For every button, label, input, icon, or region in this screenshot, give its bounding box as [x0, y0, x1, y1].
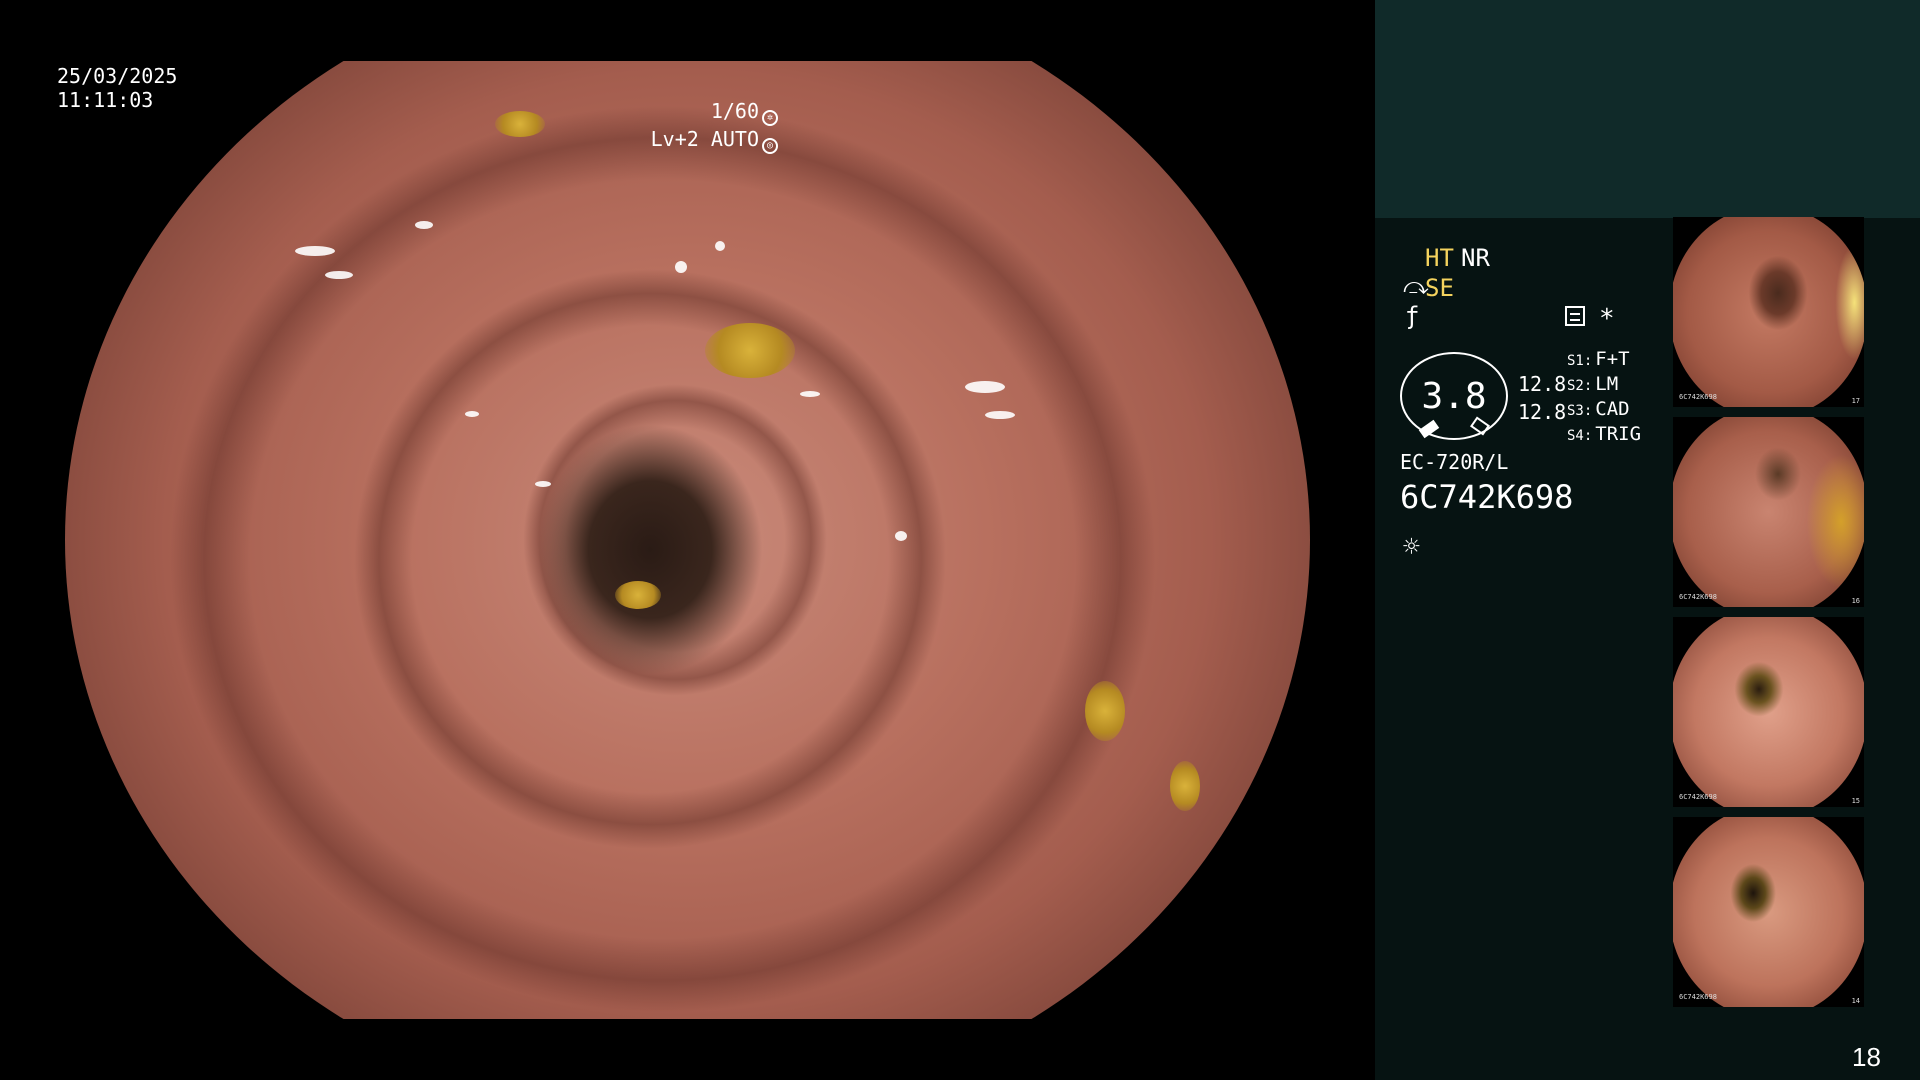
shutter-icon: ✲	[762, 110, 778, 126]
thumbnail-number: 17	[1851, 397, 1860, 405]
mode-se: SE	[1425, 274, 1454, 302]
thumbnail-serial: 6C742K698	[1679, 393, 1717, 401]
thumbnail-image	[1673, 217, 1864, 407]
level-value: Lv+2 AUTO	[650, 127, 759, 151]
thumbnail-number: 15	[1851, 797, 1860, 805]
thumbnail-serial: 6C742K698	[1679, 593, 1717, 601]
thumbnail-image	[1673, 417, 1864, 607]
thumbnail-number: 16	[1851, 597, 1860, 605]
mode-ht: HT	[1425, 244, 1454, 272]
mode-nr: NR	[1461, 244, 1490, 272]
shutter-readout: 1/60 ✲	[711, 99, 778, 126]
thumbnail-image	[1673, 617, 1864, 807]
thumbnail-number: 14	[1851, 997, 1860, 1005]
auto-iris-icon: ◎	[762, 138, 778, 154]
value-readout-1: 12.8	[1518, 372, 1567, 396]
thumbnail-serial: 6C742K698	[1679, 793, 1717, 801]
panel-header-area	[1375, 0, 1920, 218]
level-readout: Lv+2 AUTO ◎	[651, 127, 778, 154]
thumbnail[interactable]: 6C742K698 14	[1673, 817, 1864, 1007]
gauge-value: 3.8	[1421, 376, 1487, 417]
scope-model: EC-720R/L	[1400, 450, 1509, 474]
memo-icon	[1565, 306, 1585, 326]
endoscope-viewport: 25/03/2025 11:11:03 1/60 ✲ Lv+2 AUTO ◎	[0, 0, 1375, 1080]
thumbnail-image	[1673, 817, 1864, 1007]
switch-3: S3: CAD	[1567, 398, 1630, 420]
thumbnail[interactable]: 6C742K698 16	[1673, 417, 1864, 607]
date-readout: 25/03/2025	[57, 64, 178, 88]
thumbnail-serial: 6C742K698	[1679, 993, 1717, 1001]
gauge: 3.8	[1400, 352, 1508, 440]
gauge-marker-left	[1418, 419, 1440, 439]
light-icon: ☼	[1403, 530, 1420, 563]
thumbnail[interactable]: 6C742K698 15	[1673, 617, 1864, 807]
time-readout: 11:11:03	[57, 88, 154, 112]
f-icon: ƒ	[1405, 302, 1420, 330]
endoscopic-image	[65, 61, 1310, 1019]
value-readout-2: 12.8	[1518, 400, 1567, 424]
shutter-value: 1/60	[710, 99, 759, 123]
switch-2: S2: LM	[1567, 373, 1619, 395]
gauge-marker-right	[1470, 416, 1490, 436]
page-number: 18	[1852, 1042, 1881, 1072]
scope-serial: 6C742K698	[1400, 478, 1574, 516]
thumbnail[interactable]: 6C742K698 17	[1673, 217, 1864, 407]
switch-4: S4: TRIG	[1567, 423, 1642, 445]
switch-1: S1: F+T	[1567, 348, 1630, 370]
star-icon: *	[1599, 304, 1615, 334]
